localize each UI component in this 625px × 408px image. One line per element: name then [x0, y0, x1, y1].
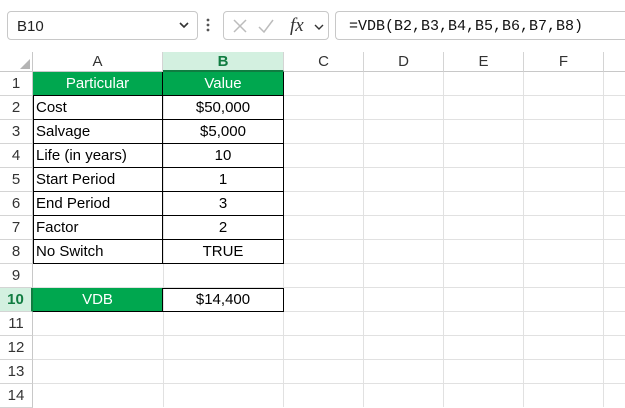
table-cell-label[interactable]: Factor	[33, 216, 163, 240]
result-value-cell[interactable]: $14,400	[163, 288, 284, 312]
more-options-icon[interactable]	[205, 14, 211, 36]
row-header-5[interactable]: 5	[0, 168, 33, 192]
table-cell-label[interactable]: No Switch	[33, 240, 163, 264]
table-cell-value[interactable]: 1	[163, 168, 284, 192]
table-cell-label[interactable]: End Period	[33, 192, 163, 216]
row-header-1[interactable]: 1	[0, 72, 33, 96]
table-cell-label[interactable]: Salvage	[33, 120, 163, 144]
column-header-e[interactable]: E	[444, 52, 524, 72]
table-cell-value[interactable]: $5,000	[163, 120, 284, 144]
row-header-11[interactable]: 11	[0, 312, 33, 336]
formula-actions: fx	[223, 11, 329, 40]
enter-icon[interactable]	[257, 18, 275, 34]
column-header-g[interactable]	[604, 52, 625, 72]
formula-bar: B10 fx =VDB(B2,B3,B4,B5,B6,B7,B8)	[0, 0, 625, 52]
row-header-7[interactable]: 7	[0, 216, 33, 240]
table-cell-value[interactable]: 2	[163, 216, 284, 240]
row-header-2[interactable]: 2	[0, 96, 33, 120]
column-header-d[interactable]: D	[364, 52, 444, 72]
name-box-value: B10	[17, 18, 44, 35]
row-header-13[interactable]: 13	[0, 360, 33, 384]
table-header-value[interactable]: Value	[163, 72, 284, 96]
spreadsheet-grid: A B C D E F 1 2 3 4 5 6 7 8 9 10 11 12 1…	[0, 52, 625, 408]
chevron-down-icon[interactable]	[313, 21, 325, 33]
table-cell-label[interactable]: Start Period	[33, 168, 163, 192]
table-cell-value[interactable]: TRUE	[163, 240, 284, 264]
table-cell-label[interactable]: Cost	[33, 96, 163, 120]
column-header-a[interactable]: A	[33, 52, 163, 72]
select-all-corner[interactable]	[0, 52, 33, 72]
table-cell-value[interactable]: 3	[163, 192, 284, 216]
row-header-6[interactable]: 6	[0, 192, 33, 216]
table-header-particular[interactable]: Particular	[33, 72, 163, 96]
insert-function-icon[interactable]: fx	[290, 15, 304, 37]
column-header-f[interactable]: F	[524, 52, 604, 72]
result-label-cell[interactable]: VDB	[33, 288, 163, 312]
row-header-10[interactable]: 10	[0, 288, 33, 312]
chevron-down-icon[interactable]	[177, 18, 191, 32]
table-cell-value[interactable]: $50,000	[163, 96, 284, 120]
row-header-3[interactable]: 3	[0, 120, 33, 144]
name-box[interactable]: B10	[7, 11, 198, 40]
table-cell-value[interactable]: 10	[163, 144, 284, 168]
formula-input[interactable]: =VDB(B2,B3,B4,B5,B6,B7,B8)	[335, 11, 625, 40]
row-header-4[interactable]: 4	[0, 144, 33, 168]
cancel-icon[interactable]	[232, 18, 248, 34]
row-header-9[interactable]: 9	[0, 264, 33, 288]
column-header-b[interactable]: B	[163, 52, 284, 72]
table-cell-label[interactable]: Life (in years)	[33, 144, 163, 168]
row-header-14[interactable]: 14	[0, 384, 33, 408]
row-header-8[interactable]: 8	[0, 240, 33, 264]
row-header-12[interactable]: 12	[0, 336, 33, 360]
column-header-c[interactable]: C	[284, 52, 364, 72]
formula-text: =VDB(B2,B3,B4,B5,B6,B7,B8)	[349, 18, 584, 35]
